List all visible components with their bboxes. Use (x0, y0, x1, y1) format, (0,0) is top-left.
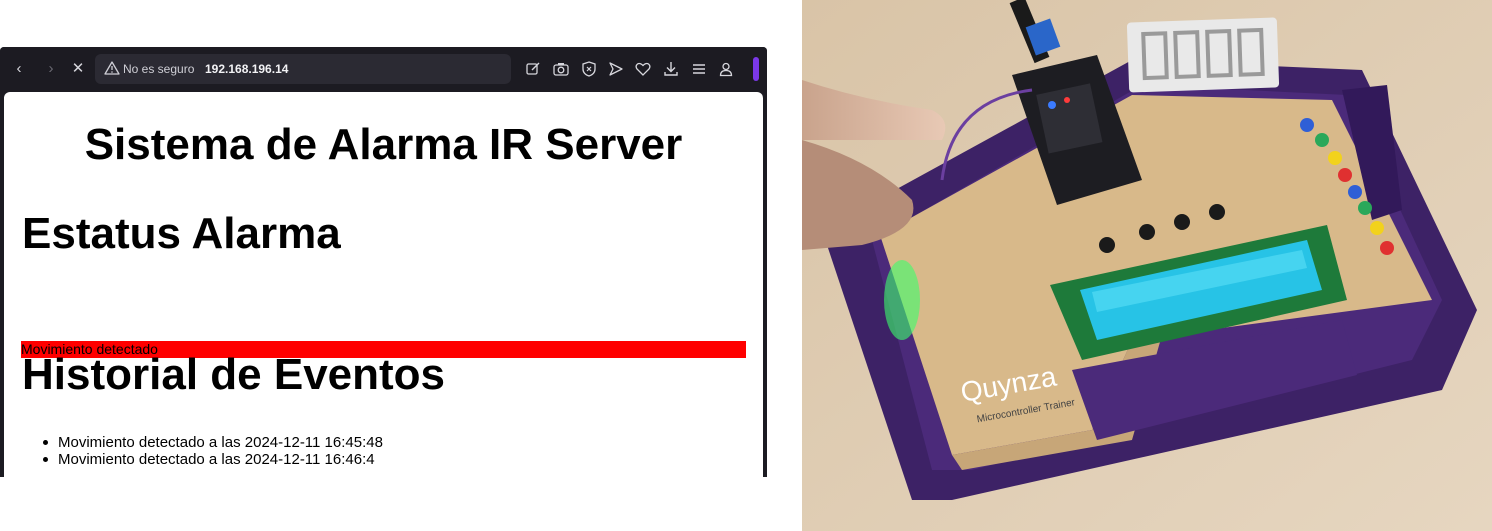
back-button[interactable]: ‹ (9, 59, 29, 79)
browser-toolbar: ‹ › ✕ No es seguro 192.168.196.14 (0, 47, 767, 91)
edit-icon[interactable] (524, 60, 542, 78)
status-heading: Estatus Alarma (22, 209, 341, 258)
trainer-board-photo: Quynza Microcontroller Trainer (802, 0, 1492, 531)
download-icon[interactable] (662, 60, 680, 78)
send-icon[interactable] (607, 60, 625, 78)
account-icon[interactable] (717, 60, 735, 78)
security-label: No es seguro (123, 62, 195, 76)
menu-icon[interactable] (690, 60, 708, 78)
list-item: Movimiento detectado a las 2024-12-11 16… (40, 434, 383, 451)
shield-icon[interactable] (580, 60, 598, 78)
address-bar[interactable]: No es seguro 192.168.196.14 (95, 54, 511, 84)
web-viewport: Sistema de Alarma IR Server Estatus Alar… (4, 92, 763, 477)
camera-icon[interactable] (552, 60, 570, 78)
list-item: Movimiento detectado a las 2024-12-11 16… (40, 451, 383, 468)
sidebar-accent[interactable] (753, 57, 759, 81)
history-heading: Historial de Eventos (22, 350, 446, 399)
heart-icon[interactable] (634, 60, 652, 78)
browser-window: ‹ › ✕ No es seguro 192.168.196.14 Sistem… (0, 47, 767, 477)
forward-button[interactable]: › (41, 59, 61, 79)
url-text[interactable]: 192.168.196.14 (205, 62, 288, 76)
event-list: Movimiento detectado a las 2024-12-11 16… (40, 434, 383, 468)
page-title: Sistema de Alarma IR Server (84, 120, 683, 169)
warning-icon (104, 61, 120, 75)
stop-button[interactable]: ✕ (68, 59, 88, 79)
